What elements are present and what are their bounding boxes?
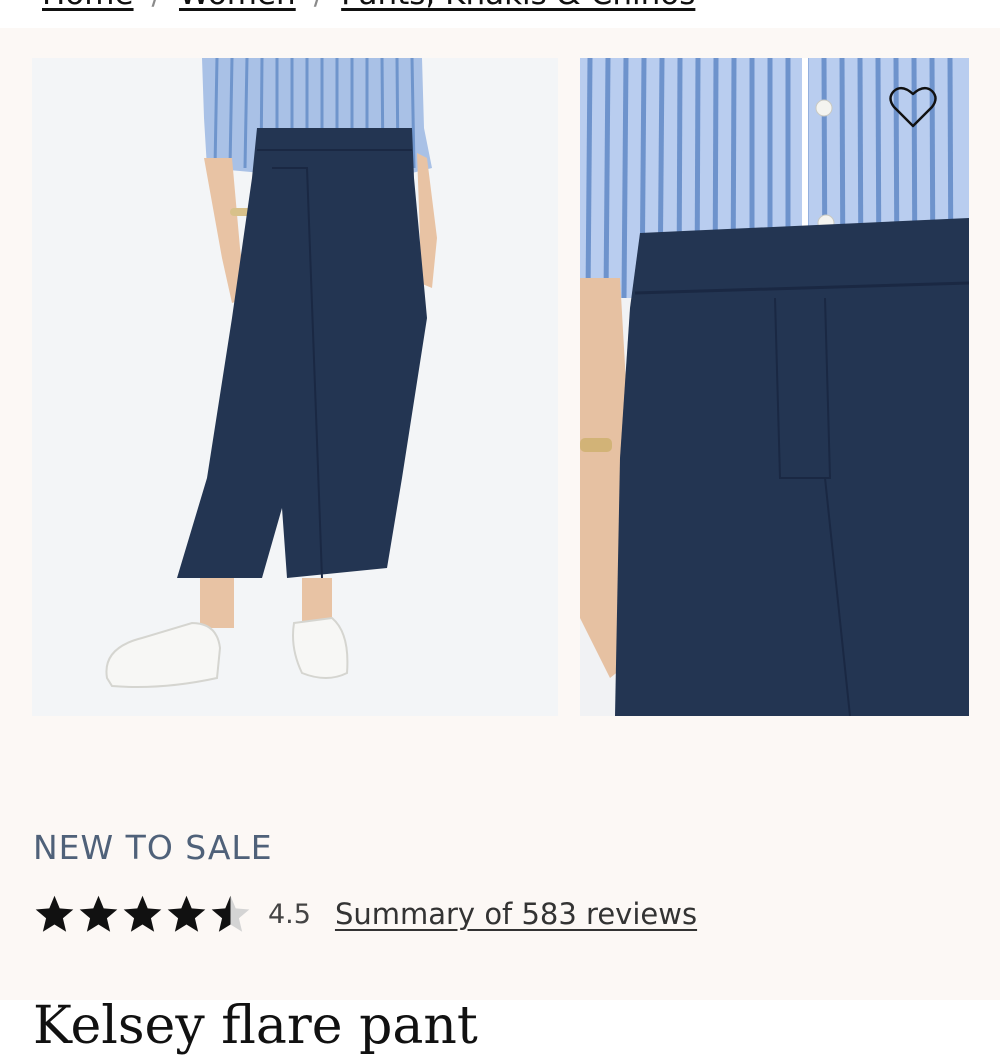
rating-value: 4.5 [268, 898, 311, 930]
wishlist-heart-icon[interactable] [888, 84, 938, 130]
breadcrumb-pants[interactable]: Pants, Khakis & Chinos [341, 0, 695, 12]
product-rating: 4.5 Summary of 583 reviews [33, 890, 697, 938]
breadcrumb-home[interactable]: Home [42, 0, 134, 12]
product-title: Kelsey flare pant [33, 996, 478, 1056]
product-panel: NEW TO SALE 4.5 Summary of 583 reviews K… [0, 28, 1000, 1056]
star-full-icon [79, 895, 118, 932]
star-full-icon [123, 895, 162, 932]
star-half-icon [211, 895, 250, 932]
reviews-summary-link[interactable]: Summary of 583 reviews [335, 897, 697, 931]
breadcrumb-separator: / [152, 0, 161, 11]
product-image-main[interactable] [32, 58, 558, 716]
model-full-length-illustration [32, 58, 558, 716]
rating-stars [33, 893, 252, 936]
breadcrumb-women[interactable]: Women [179, 0, 296, 12]
breadcrumb: Home / Women / Pants, Khakis & Chinos [42, 0, 695, 14]
sale-badge: NEW TO SALE [33, 828, 273, 867]
model-waist-closeup-illustration [580, 58, 969, 716]
star-full-icon [167, 895, 206, 932]
star-full-icon [35, 895, 74, 932]
breadcrumb-separator: / [314, 0, 323, 11]
product-image-detail[interactable] [580, 58, 969, 716]
